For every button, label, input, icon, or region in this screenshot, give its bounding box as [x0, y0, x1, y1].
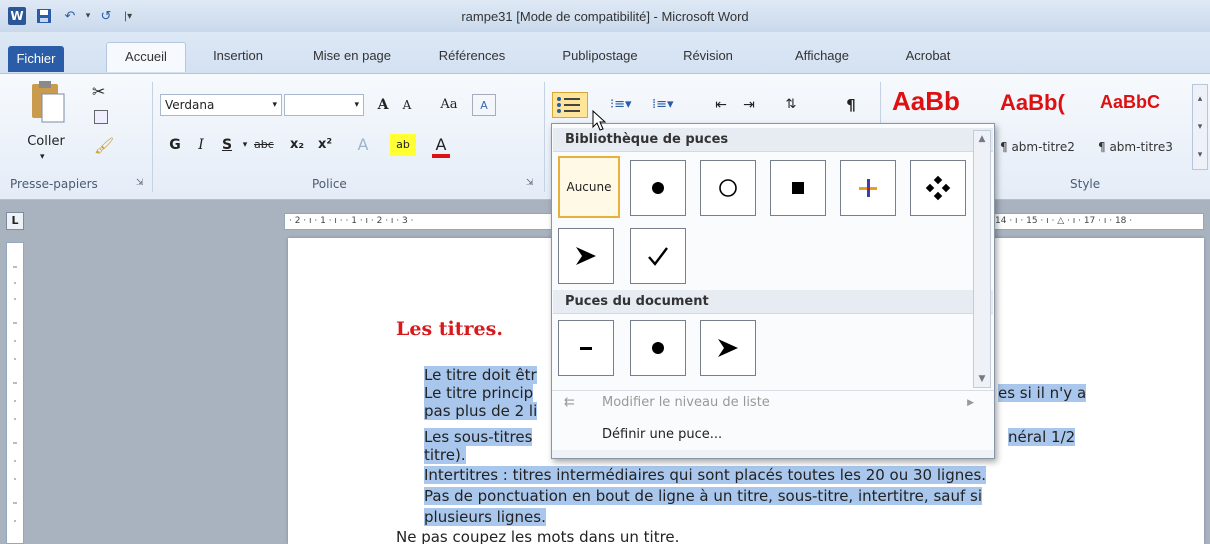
- strikethrough-button[interactable]: abc: [254, 134, 274, 156]
- tab-file[interactable]: Fichier: [8, 46, 64, 72]
- bullet-diamond-cluster-icon[interactable]: [910, 160, 966, 216]
- doc-line-2: Le titre princip: [424, 384, 534, 402]
- style-sample-3[interactable]: AaBbC: [1100, 92, 1160, 113]
- bullet-filled-circle-icon[interactable]: [630, 160, 686, 216]
- tab-references[interactable]: Références: [420, 42, 524, 72]
- tab-layout[interactable]: Mise en page: [300, 42, 404, 72]
- font-launcher-icon[interactable]: ⇲: [526, 178, 534, 188]
- paste-icon[interactable]: [24, 80, 68, 130]
- style-sample-2[interactable]: AaBb(: [1000, 90, 1065, 116]
- tab-selector-icon[interactable]: L: [6, 212, 24, 230]
- clipboard-group-label: Presse-papiers: [10, 177, 98, 191]
- bullet-library-header: Bibliothèque de puces: [553, 128, 993, 152]
- ruler-scale-right: 14 · ı · 15 · ı · △ · ı · 17 · ı · 18 ·: [995, 216, 1133, 226]
- font-name-dropdown-icon[interactable]: ▾: [272, 95, 277, 115]
- clipboard-launcher-icon[interactable]: ⇲: [136, 178, 144, 188]
- show-formatting-icon[interactable]: ¶: [842, 94, 860, 116]
- ribbon-tabs: Fichier Accueil Insertion Mise en page R…: [0, 32, 1210, 74]
- bullet-arrowhead-icon[interactable]: [558, 228, 614, 284]
- numbering-icon[interactable]: ⁝≡▾: [610, 94, 632, 116]
- document-bullets-header: Puces du document: [553, 290, 993, 314]
- doc-line-3: pas plus de 2 li: [424, 402, 538, 420]
- tab-insert[interactable]: Insertion: [196, 42, 280, 72]
- subscript-button[interactable]: x₂: [288, 134, 306, 156]
- menu-define-new-bullet-label: Définir une puce...: [602, 427, 723, 442]
- change-case-button[interactable]: Aa: [430, 94, 468, 116]
- document-heading: Les titres.: [396, 318, 503, 340]
- doc-line-9: Ne pas coupez les mots dans un titre.: [396, 528, 680, 544]
- tab-mailings[interactable]: Publipostage: [548, 42, 652, 72]
- style-sample-1[interactable]: AaBb: [892, 86, 960, 117]
- submenu-arrow-icon: ▶: [967, 398, 974, 408]
- italic-button[interactable]: I: [192, 134, 210, 156]
- font-name-value: Verdana: [165, 98, 215, 112]
- bullet-square-icon[interactable]: [770, 160, 826, 216]
- tab-acrobat[interactable]: Acrobat: [888, 42, 968, 72]
- list-level-icon: ⇇: [564, 395, 575, 410]
- cut-icon[interactable]: ✂: [92, 82, 105, 101]
- font-size-dropdown-icon[interactable]: ▾: [354, 95, 359, 115]
- doc-line-1: Le titre doit êtr: [424, 366, 537, 384]
- underline-button[interactable]: S: [218, 134, 236, 156]
- style-group-label: Style: [1070, 177, 1101, 191]
- tab-review[interactable]: Révision: [668, 42, 748, 72]
- doc-line-4-end: néral 1/2: [1008, 428, 1076, 446]
- bullet-crosshair-icon[interactable]: [840, 160, 896, 216]
- font-color-icon[interactable]: A: [432, 134, 450, 158]
- doc-bullet-arrowhead-icon[interactable]: [700, 320, 756, 376]
- text-effects-icon[interactable]: A: [354, 134, 372, 156]
- sort-icon[interactable]: ⇅: [782, 94, 800, 116]
- bullet-checkmark-icon[interactable]: [630, 228, 686, 284]
- dropdown-scrollbar[interactable]: ▲ ▼: [973, 130, 991, 388]
- bullet-library-dropdown: Bibliothèque de puces Aucune Puces du do…: [551, 123, 995, 459]
- bold-button[interactable]: G: [166, 134, 184, 156]
- title-bar: W ↶ ▾ ↺ |▾ rampe31 [Mode de compatibilit…: [0, 0, 1210, 32]
- font-name-combo[interactable]: Verdana ▾: [160, 94, 282, 116]
- font-group-label: Police: [312, 177, 347, 191]
- scroll-up-icon[interactable]: ▲: [974, 131, 990, 147]
- bullet-hollow-circle-icon[interactable]: [700, 160, 756, 216]
- bullets-button[interactable]: [552, 92, 588, 118]
- vertical-ruler[interactable]: [6, 242, 24, 544]
- style-name-titre3[interactable]: ¶ abm-titre3: [1098, 140, 1173, 154]
- paste-button[interactable]: Coller: [24, 134, 68, 149]
- underline-dropdown-icon[interactable]: ▾: [236, 134, 254, 156]
- doc-line-4: Les sous-titres: [424, 428, 533, 446]
- ruler-scale-left: · 2 · ı · 1 · ı · · 1 · ı · 2 · ı · 3 ·: [289, 216, 414, 226]
- grow-font-button[interactable]: A: [374, 94, 392, 116]
- dropdown-resize-grip[interactable]: [552, 450, 994, 458]
- paste-dropdown-icon[interactable]: ▾: [40, 152, 45, 162]
- style-name-titre2[interactable]: ¶ abm-titre2: [1000, 140, 1075, 154]
- superscript-button[interactable]: x²: [316, 134, 334, 156]
- doc-bullet-dash-icon[interactable]: [558, 320, 614, 376]
- doc-line-5: titre).: [424, 446, 466, 464]
- style-gallery-scroll[interactable]: ▴ ▾ ▾: [1192, 84, 1208, 170]
- font-size-combo[interactable]: ▾: [284, 94, 364, 116]
- mouse-cursor-icon: [592, 109, 608, 135]
- bullet-option-none[interactable]: Aucune: [558, 156, 620, 218]
- decrease-indent-icon[interactable]: ⇤: [712, 94, 730, 116]
- doc-line-8: plusieurs lignes.: [424, 508, 546, 526]
- tab-home[interactable]: Accueil: [106, 42, 186, 72]
- menu-change-list-level[interactable]: ⇇ Modifier le niveau de liste ▶: [552, 388, 988, 418]
- doc-bullet-filled-circle-icon[interactable]: [630, 320, 686, 376]
- scroll-down-icon[interactable]: ▼: [974, 371, 990, 387]
- copy-icon[interactable]: [94, 110, 108, 124]
- doc-line-6: Intertitres : titres intermédiaires qui …: [424, 466, 987, 484]
- format-painter-icon[interactable]: 🖌: [94, 136, 114, 155]
- clear-format-icon[interactable]: A: [472, 94, 496, 116]
- menu-change-list-level-label: Modifier le niveau de liste: [602, 395, 770, 410]
- menu-define-new-bullet[interactable]: Définir une puce...: [552, 420, 988, 450]
- doc-line-7: Pas de ponctuation en bout de ligne à un…: [424, 487, 982, 505]
- doc-line-2-end: es si il n'y a: [998, 384, 1087, 402]
- multilevel-list-icon[interactable]: ⁞≡▾: [652, 94, 674, 116]
- tab-view[interactable]: Affichage: [770, 42, 874, 72]
- window-title: rampe31 [Mode de compatibilité] - Micros…: [461, 9, 749, 24]
- shrink-font-button[interactable]: A: [398, 94, 416, 116]
- increase-indent-icon[interactable]: ⇥: [740, 94, 758, 116]
- highlight-icon[interactable]: ab: [390, 134, 416, 156]
